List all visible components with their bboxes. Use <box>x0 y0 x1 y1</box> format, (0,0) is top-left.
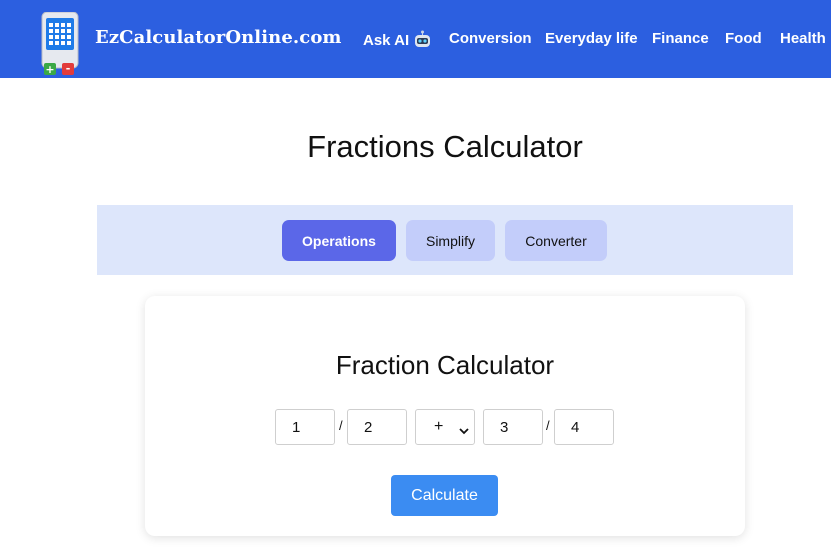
page-title: Fractions Calculator <box>307 129 583 164</box>
tab-converter[interactable]: Converter <box>505 220 607 261</box>
fraction2-numerator-input[interactable]: 3 <box>483 409 543 445</box>
svg-text:-: - <box>66 62 71 75</box>
nav-health[interactable]: Health <box>780 30 826 47</box>
calculate-button[interactable]: Calculate <box>391 475 498 516</box>
calculator-logo-icon[interactable]: + - <box>41 11 79 76</box>
nav-finance[interactable]: Finance <box>652 30 709 47</box>
fraction-calculator-card: Fraction Calculator 1 / 2 + 3 / 4 Calcul… <box>145 296 745 536</box>
nav-ask-ai[interactable]: Ask AI <box>363 30 432 52</box>
nav-everyday-life[interactable]: Everyday life <box>545 30 638 47</box>
fraction2-denominator-input[interactable]: 4 <box>554 409 614 445</box>
site-header: + - EzCalculatorOnline.com Ask AI Conver… <box>0 0 831 78</box>
operator-value: + <box>434 418 444 435</box>
tab-simplify[interactable]: Simplify <box>406 220 495 261</box>
operator-select[interactable]: + <box>415 409 475 445</box>
calculator-tabs: Operations Simplify Converter <box>97 205 793 275</box>
fraction1-numerator-input[interactable]: 1 <box>275 409 335 445</box>
calculator-title: Fraction Calculator <box>335 350 555 380</box>
fraction2-separator: / <box>546 418 550 433</box>
robot-icon <box>413 30 432 52</box>
nav-conversion[interactable]: Conversion <box>449 30 532 47</box>
fraction1-separator: / <box>339 418 343 433</box>
tab-operations[interactable]: Operations <box>282 220 396 261</box>
chevron-down-icon <box>459 422 469 440</box>
nav-ask-ai-label: Ask AI <box>363 32 410 49</box>
site-brand[interactable]: EzCalculatorOnline.com <box>95 27 342 48</box>
nav-food[interactable]: Food <box>725 30 762 47</box>
svg-text:+: + <box>45 63 54 76</box>
fraction1-denominator-input[interactable]: 2 <box>347 409 407 445</box>
